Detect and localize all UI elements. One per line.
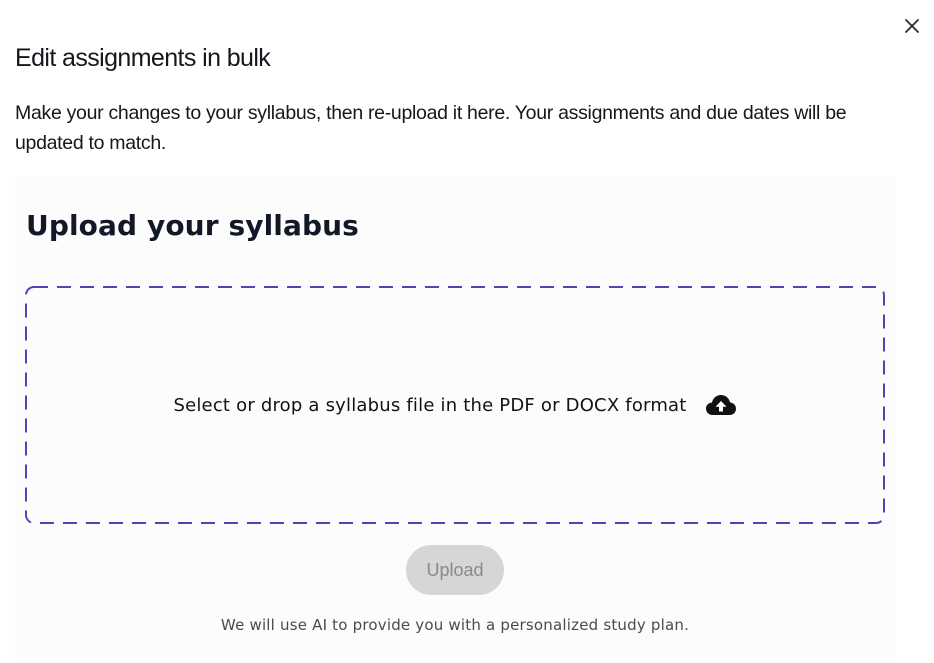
close-button[interactable] — [900, 14, 924, 38]
dropzone-text: Select or drop a syllabus file in the PD… — [173, 394, 687, 416]
modal-title: Edit assignments in bulk — [15, 44, 271, 72]
close-icon — [905, 19, 919, 33]
edit-assignments-modal: Edit assignments in bulk Make your chang… — [0, 0, 934, 663]
cloud-upload-icon — [705, 393, 737, 417]
modal-description: Make your changes to your syllabus, then… — [15, 102, 847, 154]
upload-button[interactable]: Upload — [406, 545, 504, 595]
dropzone-content: Select or drop a syllabus file in the PD… — [173, 393, 736, 417]
ai-footnote: We will use AI to provide you with a per… — [220, 616, 690, 634]
syllabus-dropzone[interactable]: Select or drop a syllabus file in the PD… — [25, 286, 885, 524]
upload-heading: Upload your syllabus — [26, 209, 359, 242]
